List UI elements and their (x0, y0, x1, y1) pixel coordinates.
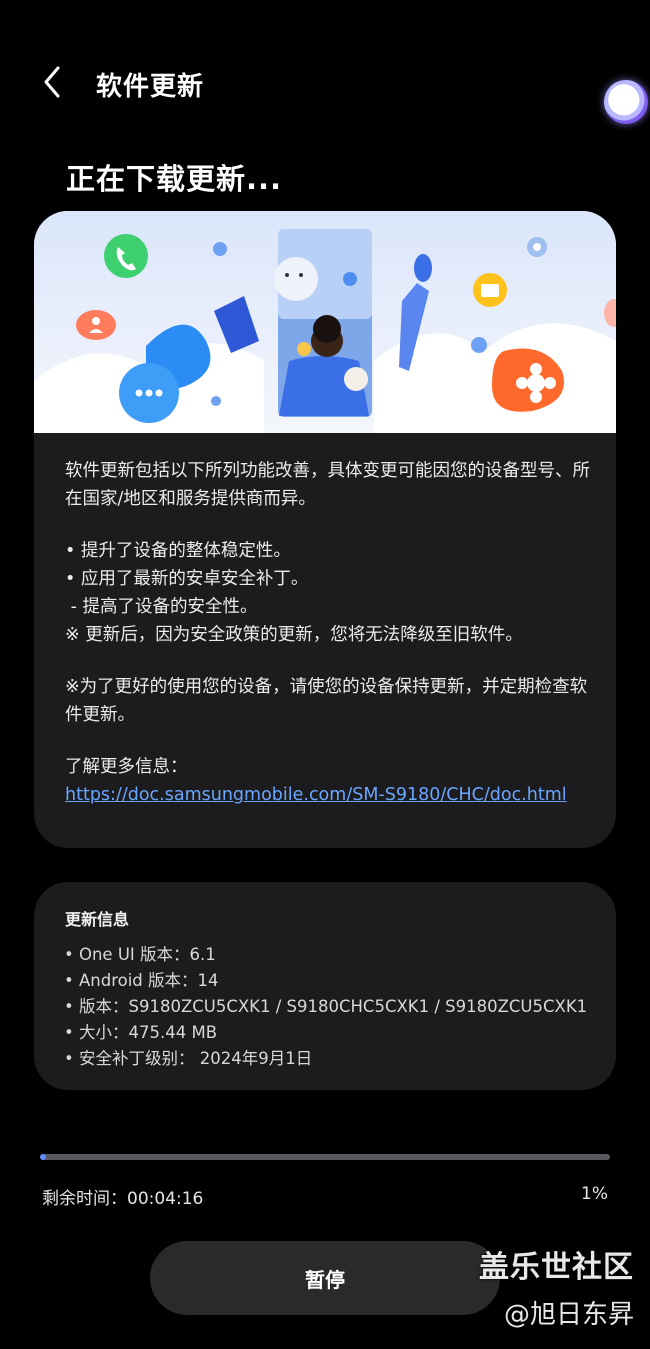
watermark-main: 盖乐世社区 (479, 1250, 634, 1285)
download-progress-fill (40, 1154, 46, 1160)
notes-item: • 应用了最新的安卓安全补丁。 (65, 569, 309, 589)
notes-item: - 提高了设备的安全性。 (65, 597, 258, 617)
more-info-label: 了解更多信息： (65, 757, 188, 777)
update-info-card: 更新信息 • One UI 版本：6.1 • Android 版本：14 • 版… (34, 882, 616, 1090)
top-bar: 软件更新 (0, 50, 650, 114)
back-chevron-icon[interactable] (38, 64, 68, 100)
notes-advice: ※为了更好的使用您的设备，请使您的设备保持更新，并定期检查软件更新。 (65, 677, 588, 725)
progress-percent: 1% (581, 1184, 608, 1204)
watermark-sub: @旭日东昇 (503, 1300, 634, 1330)
info-item-security-patch: • 安全补丁级别： 2024年9月1日 (64, 1049, 313, 1068)
hero-illustration (34, 211, 616, 433)
download-progress-bar (40, 1154, 610, 1160)
download-status-title: 正在下载更新... (66, 162, 283, 196)
settings-icon (527, 237, 547, 257)
release-notes-text: 软件更新包括以下所列功能改善，具体变更可能因您的设备型号、所在国家/地区和服务提… (65, 457, 595, 809)
screen-title: 软件更新 (96, 72, 205, 102)
notes-item: • 提升了设备的整体稳定性。 (65, 541, 291, 561)
info-item-build: • 版本：S9180ZCU5CXK1 / S9180CHC5CXK1 / S91… (64, 997, 588, 1016)
info-item-android: • Android 版本：14 (64, 971, 219, 990)
pause-button[interactable]: 暂停 (150, 1241, 500, 1315)
info-item-size: • 大小：475.44 MB (64, 1023, 218, 1042)
release-notes-link[interactable]: https://doc.samsungmobile.com/SM-S9180/C… (65, 785, 567, 805)
folder-icon (473, 273, 507, 307)
community-watermark: 盖乐世社区 @旭日东昇 (479, 1242, 634, 1331)
info-item-oneui: • One UI 版本：6.1 (64, 945, 216, 964)
release-notes-card: 软件更新包括以下所列功能改善，具体变更可能因您的设备型号、所在国家/地区和服务提… (34, 211, 616, 848)
update-info-list: • One UI 版本：6.1 • Android 版本：14 • 版本：S91… (64, 942, 587, 1072)
notes-item: ※ 更新后，因为安全政策的更新，您将无法降级至旧软件。 (65, 625, 523, 645)
floating-assistant-icon[interactable] (604, 80, 648, 124)
update-info-title: 更新信息 (65, 910, 130, 929)
person-icon (76, 310, 116, 340)
phone-icon (104, 234, 148, 278)
time-remaining: 剩余时间：00:04:16 (42, 1189, 204, 1209)
notes-intro: 软件更新包括以下所列功能改善，具体变更可能因您的设备型号、所在国家/地区和服务提… (65, 461, 590, 509)
